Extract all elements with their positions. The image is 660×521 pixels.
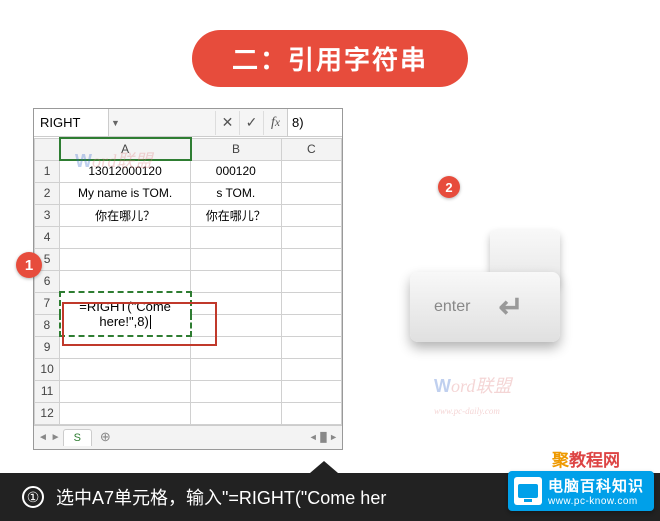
enter-key-label: enter bbox=[434, 298, 470, 316]
step-badge-1: 1 bbox=[16, 252, 42, 278]
enter-arrow-icon: ↵ bbox=[498, 290, 523, 325]
row-header[interactable]: 10 bbox=[35, 358, 60, 380]
site-badge: 电脑百科知识 www.pc-know.com bbox=[508, 471, 654, 511]
cell-c1[interactable] bbox=[281, 160, 341, 182]
cancel-icon[interactable]: ✕ bbox=[215, 111, 239, 135]
cell[interactable] bbox=[191, 358, 282, 380]
cell[interactable] bbox=[281, 226, 341, 248]
sheet-tabs-row: ◄ ► S ⊕ ◄ █ ► bbox=[34, 425, 342, 449]
row-header[interactable]: 1 bbox=[35, 160, 60, 182]
footer-step-num: ① bbox=[22, 486, 44, 508]
select-all-corner[interactable] bbox=[35, 138, 60, 160]
spreadsheet-grid[interactable]: A B C 113012000120000120 2My name is TOM… bbox=[34, 137, 342, 425]
namebox-dropdown-icon[interactable]: ▼ bbox=[109, 118, 121, 128]
step-badge-2: 2 bbox=[438, 176, 460, 198]
cell[interactable] bbox=[281, 314, 341, 336]
cell[interactable] bbox=[60, 358, 191, 380]
cell-c2[interactable] bbox=[281, 182, 341, 204]
cell[interactable] bbox=[191, 402, 282, 424]
confirm-icon[interactable]: ✓ bbox=[239, 111, 263, 135]
cell[interactable] bbox=[60, 380, 191, 402]
cell[interactable] bbox=[60, 226, 191, 248]
sheet-tab[interactable]: S bbox=[63, 429, 92, 446]
cell[interactable] bbox=[191, 380, 282, 402]
row-header[interactable]: 2 bbox=[35, 182, 60, 204]
cell[interactable] bbox=[60, 248, 191, 270]
footer-arrow-icon bbox=[310, 461, 338, 473]
col-header-c[interactable]: C bbox=[281, 138, 341, 160]
row-header[interactable]: 11 bbox=[35, 380, 60, 402]
monitor-icon bbox=[514, 477, 542, 505]
cell-a3[interactable]: 你在哪儿？ bbox=[60, 204, 191, 226]
watermark: Word联盟www.pc-daily.com bbox=[434, 372, 511, 419]
cell-b3[interactable]: 你在哪儿？ bbox=[191, 204, 282, 226]
excel-window: RIGHT ▼ ✕ ✓ fx 8) A B C 1130120001200001… bbox=[33, 108, 343, 450]
hscroll-icons[interactable]: ◄ █ ► bbox=[309, 432, 338, 442]
site-logo-text: 聚教程网 bbox=[552, 446, 620, 471]
cell[interactable] bbox=[60, 402, 191, 424]
page-title: 二：引用字符串 bbox=[192, 30, 468, 87]
enter-key-main: enter ↵ bbox=[410, 272, 560, 342]
row-header[interactable]: 7 bbox=[35, 292, 60, 314]
cell[interactable] bbox=[60, 336, 191, 358]
name-box[interactable]: RIGHT bbox=[34, 109, 109, 136]
cell[interactable] bbox=[191, 292, 282, 314]
col-header-a[interactable]: A bbox=[60, 138, 191, 160]
row-header[interactable]: 9 bbox=[35, 336, 60, 358]
cell-b1[interactable]: 000120 bbox=[191, 160, 282, 182]
cell[interactable] bbox=[281, 336, 341, 358]
cell[interactable] bbox=[281, 270, 341, 292]
formula-bar-row: RIGHT ▼ ✕ ✓ fx 8) bbox=[34, 109, 342, 137]
cell[interactable] bbox=[60, 270, 191, 292]
cell-c3[interactable] bbox=[281, 204, 341, 226]
site-badge-title: 电脑百科知识 bbox=[548, 475, 644, 496]
cell[interactable] bbox=[281, 402, 341, 424]
cell[interactable] bbox=[281, 358, 341, 380]
cell[interactable] bbox=[191, 270, 282, 292]
formula-bar-input[interactable]: 8) bbox=[287, 109, 342, 136]
row-header[interactable]: 3 bbox=[35, 204, 60, 226]
footer-text: 选中A7单元格，输入"=RIGHT("Come her bbox=[56, 484, 386, 510]
fx-icon[interactable]: fx bbox=[263, 111, 287, 135]
tab-nav-icons[interactable]: ◄ ► bbox=[38, 432, 61, 443]
cell-a7-editing[interactable]: =RIGHT("Come here!",8) bbox=[60, 292, 191, 336]
text-cursor bbox=[150, 315, 151, 329]
row-header[interactable]: 8 bbox=[35, 314, 60, 336]
cell[interactable] bbox=[191, 336, 282, 358]
row-header[interactable]: 12 bbox=[35, 402, 60, 424]
cell[interactable] bbox=[281, 380, 341, 402]
cell[interactable] bbox=[281, 292, 341, 314]
add-sheet-icon[interactable]: ⊕ bbox=[94, 429, 117, 445]
row-header[interactable]: 4 bbox=[35, 226, 60, 248]
cell-a1[interactable]: 13012000120 bbox=[60, 160, 191, 182]
cell[interactable] bbox=[191, 314, 282, 336]
enter-key-graphic: enter ↵ bbox=[400, 222, 570, 352]
cell-b2[interactable]: s TOM. bbox=[191, 182, 282, 204]
cell[interactable] bbox=[191, 226, 282, 248]
col-header-b[interactable]: B bbox=[191, 138, 282, 160]
cell-a2[interactable]: My name is TOM. bbox=[60, 182, 191, 204]
site-badge-url: www.pc-know.com bbox=[548, 496, 644, 507]
cell[interactable] bbox=[281, 248, 341, 270]
cell[interactable] bbox=[191, 248, 282, 270]
